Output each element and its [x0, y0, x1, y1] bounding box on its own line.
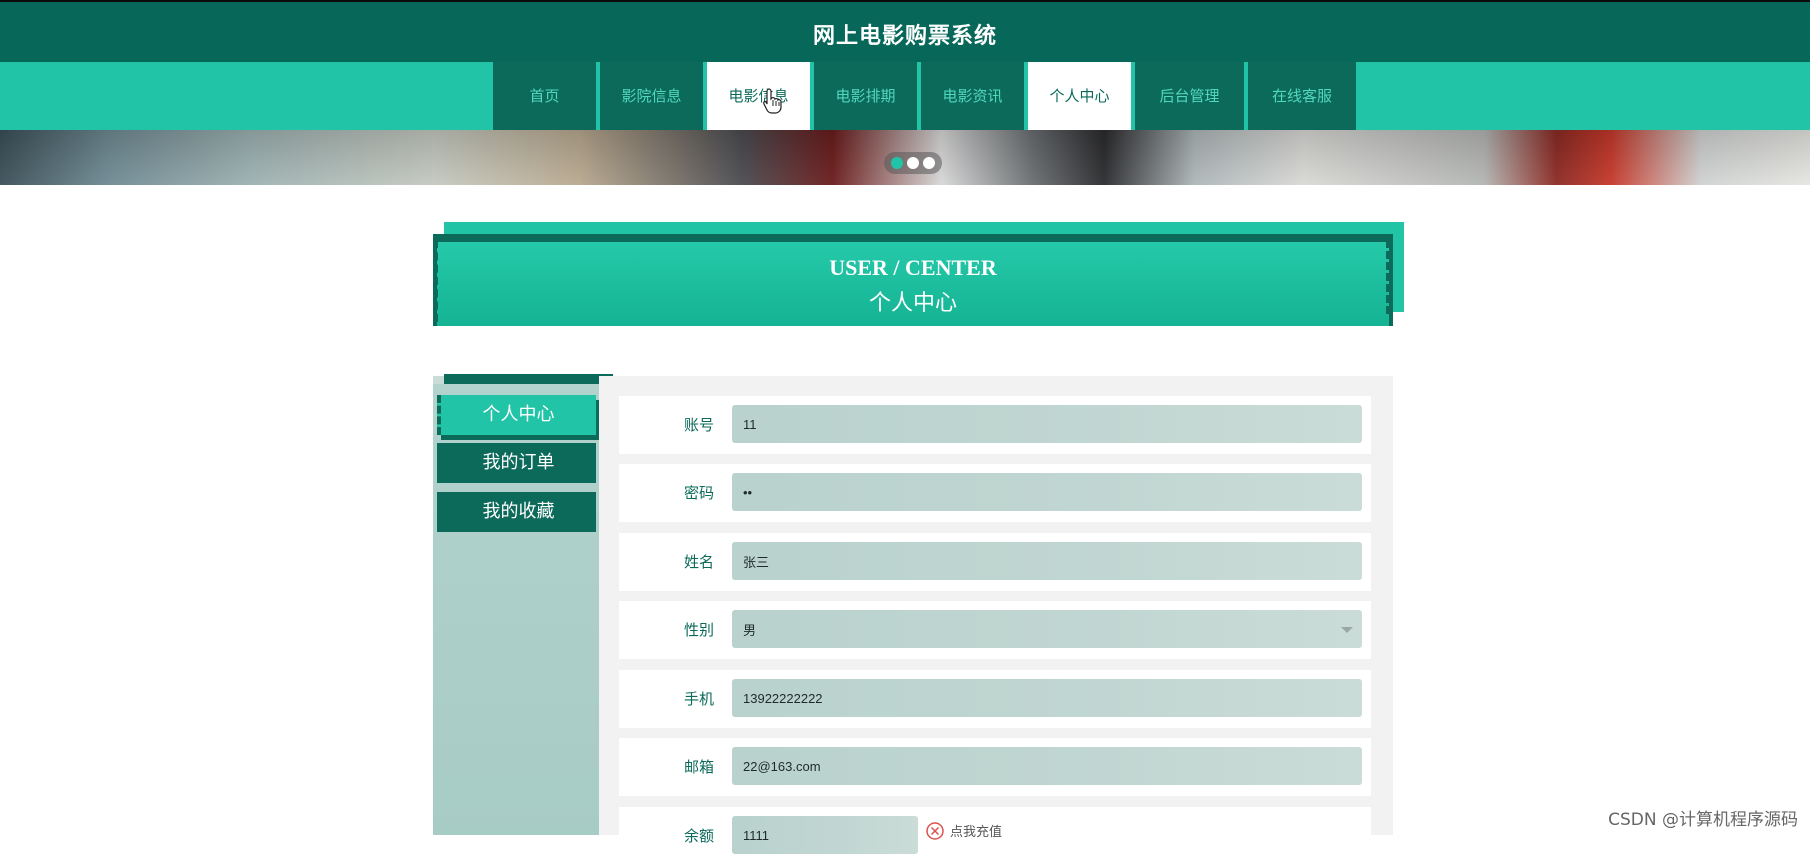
- hand-cursor-icon: [763, 88, 782, 114]
- nav-item-cinema-info[interactable]: 影院信息: [600, 62, 703, 130]
- phone-label: 手机: [683, 690, 714, 708]
- nav-item-movie-news[interactable]: 电影资讯: [921, 62, 1024, 130]
- carousel-indicators: [884, 152, 942, 174]
- sidebar-item-label: 我的订单: [482, 452, 555, 473]
- name-input[interactable]: [732, 542, 1362, 580]
- sidebar-item-label: 个人中心: [482, 404, 555, 425]
- password-input[interactable]: [732, 473, 1362, 511]
- email-input[interactable]: [732, 747, 1362, 785]
- section-title-en: USER / CENTER: [829, 255, 997, 280]
- nav-item-movie-info[interactable]: 电影信息: [707, 62, 810, 130]
- chevron-down-icon[interactable]: [1341, 627, 1353, 633]
- watermark: CSDN @计算机程序源码: [1608, 810, 1798, 830]
- gender-label: 性别: [683, 621, 714, 639]
- balance-input[interactable]: [732, 816, 918, 854]
- form-row-password: 密码: [619, 464, 1371, 522]
- form-row-balance: 余额 点我充值: [619, 807, 1371, 865]
- form-row-name: 姓名: [619, 533, 1371, 591]
- sidebar-item-my-favorites[interactable]: 我的收藏: [437, 492, 596, 532]
- site-title: 网上电影购票系统: [812, 24, 997, 49]
- form-row-gender: 性别: [619, 601, 1371, 659]
- main-nav: 首页 影院信息 电影信息 电影排期 电影资讯 个人中心 后台管理 在线客服: [0, 62, 1810, 130]
- section-title-cn: 个人中心: [868, 291, 957, 316]
- balance-label: 余额: [683, 827, 714, 845]
- phone-input[interactable]: [732, 679, 1362, 717]
- nav-item-online-service[interactable]: 在线客服: [1248, 62, 1356, 130]
- password-label: 密码: [683, 484, 714, 502]
- email-label: 邮箱: [683, 758, 714, 776]
- sidebar-item-label: 我的收藏: [482, 501, 555, 522]
- form-row-account: 账号: [619, 396, 1371, 454]
- name-label: 姓名: [683, 553, 714, 571]
- carousel-dot-3[interactable]: [923, 157, 935, 169]
- nav-item-home[interactable]: 首页: [493, 62, 596, 130]
- carousel-dot-2[interactable]: [907, 157, 919, 169]
- carousel-dot-1[interactable]: [891, 157, 903, 169]
- nav-item-admin[interactable]: 后台管理: [1135, 62, 1244, 130]
- nav-item-movie-schedule[interactable]: 电影排期: [814, 62, 917, 130]
- form-row-email: 邮箱: [619, 738, 1371, 796]
- sidebar-item-my-orders[interactable]: 我的订单: [437, 443, 596, 483]
- site-header: 网上电影购票系统: [0, 0, 1810, 62]
- account-input[interactable]: [732, 405, 1362, 443]
- nav-item-user-center[interactable]: 个人中心: [1028, 62, 1131, 130]
- sidebar-item-user-center[interactable]: 个人中心: [437, 395, 596, 435]
- recharge-link[interactable]: 点我充值: [950, 821, 1002, 840]
- sidebar-top-bar: [444, 374, 599, 384]
- recharge-icon[interactable]: [926, 822, 944, 840]
- account-label: 账号: [683, 416, 714, 434]
- form-row-phone: 手机: [619, 670, 1371, 728]
- gender-select[interactable]: [732, 610, 1362, 648]
- nav-list: 首页 影院信息 电影信息 电影排期 电影资讯 个人中心 后台管理 在线客服: [493, 62, 1356, 130]
